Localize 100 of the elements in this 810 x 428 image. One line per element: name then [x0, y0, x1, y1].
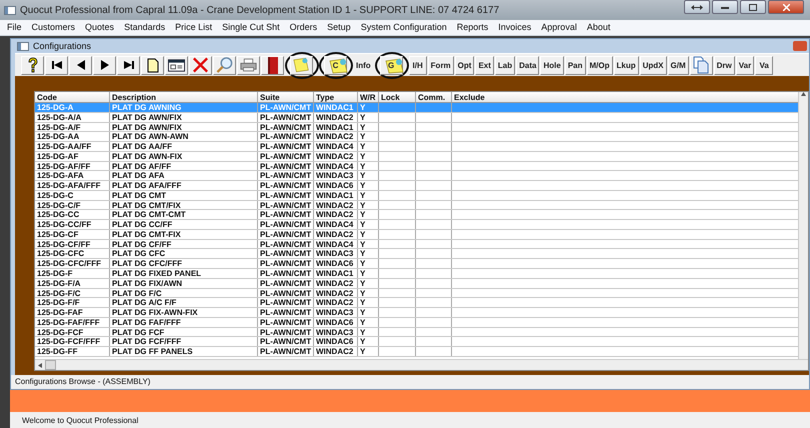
- menu-item[interactable]: Standards: [119, 20, 170, 35]
- menu-item[interactable]: File: [2, 20, 27, 35]
- toolbar-button[interactable]: M/Op: [586, 56, 612, 74]
- toolbar-button[interactable]: Opt: [454, 56, 474, 74]
- table-cell: 125-DG-AF/FF: [37, 162, 90, 171]
- table-row[interactable]: 125-DG-FCF/FFF PLAT DG FCF/FFF PL-AWN/CMT WINDAC6 Y: [35, 337, 798, 348]
- toolbar-button[interactable]: [165, 56, 188, 74]
- table-row[interactable]: 125-DG-CF/FF PLAT DG CF/FF PL-AWN/CMT WINDAC4 Y: [35, 240, 798, 250]
- table-cell: WINDAC2: [316, 200, 354, 210]
- table-row[interactable]: 125-DG-C/F PLAT DG CMT/FIX PL-AWN/CMT WINDAC2 Y: [35, 200, 798, 210]
- toolbar-button[interactable]: G: [380, 56, 403, 74]
- toolbar-button[interactable]: C: [324, 56, 347, 74]
- column-header[interactable]: Description: [110, 92, 258, 102]
- table-cell: PL-AWN/CMT: [260, 249, 312, 258]
- table-cell: 125-DG-C/F: [37, 200, 81, 210]
- table-cell: PLAT DG CFC: [112, 249, 166, 258]
- toolbar-button[interactable]: Form: [428, 56, 454, 74]
- menu-item[interactable]: Invoices: [493, 20, 536, 35]
- toolbar-button[interactable]: Hole: [540, 56, 564, 74]
- table-cell: 125-DG-FCF/FFF: [37, 337, 100, 346]
- table-row[interactable]: 125-DG-F/C PLAT DG F/C PL-AWN/CMT WINDAC2 Y: [35, 288, 798, 298]
- table-row[interactable]: 125-DG-A/F PLAT DG AWN/FIX PL-AWN/CMT WINDAC1 Y: [35, 122, 798, 132]
- vertical-scrollbar[interactable]: [798, 92, 808, 359]
- table-cell: WINDAC3: [316, 249, 354, 258]
- table-row[interactable]: 125-DG-CFC/FFF PLAT DG CFC/FFF PL-AWN/CMT WINDAC6 Y: [35, 259, 798, 270]
- menu-item[interactable]: Approval: [536, 20, 582, 35]
- table-cell: PLAT DG CF/FF: [112, 240, 172, 249]
- table-cell: WINDAC2: [316, 347, 354, 356]
- table-cell: 125-DG-A/F: [37, 122, 81, 132]
- toolbar-button[interactable]: UpdX: [640, 56, 666, 74]
- table-row[interactable]: 125-DG-AF PLAT DG AWN-FIX PL-AWN/CMT WINDAC2 Y: [35, 152, 798, 162]
- table-row[interactable]: 125-DG-F/F PLAT DG A/C F/F PL-AWN/CMT WINDAC2 Y: [35, 298, 798, 308]
- toolbar-button[interactable]: Data: [516, 56, 540, 74]
- menu-item[interactable]: System Configuration: [356, 20, 452, 35]
- table-cell: 125-DG-CF/FF: [37, 240, 90, 249]
- toolbar-button[interactable]: [117, 56, 140, 74]
- toolbar-button[interactable]: Info: [353, 56, 374, 74]
- table-cell: 125-DG-AFA: [37, 171, 84, 180]
- note-icon: [384, 58, 405, 74]
- table-cell: PLAT DG AWN-FIX: [112, 152, 182, 161]
- toolbar-button[interactable]: Var: [736, 56, 754, 74]
- menu-item[interactable]: About: [582, 20, 616, 35]
- toolbar-button[interactable]: [45, 56, 68, 74]
- table-row[interactable]: 125-DG-FF PLAT DG FF PANELS PL-AWN/CMT WINDAC2 Y: [35, 347, 798, 357]
- resize-button[interactable]: [684, 0, 710, 14]
- table-row[interactable]: 125-DG-A/A PLAT DG AWN/FIX PL-AWN/CMT WINDAC2 Y: [35, 112, 798, 123]
- table-row[interactable]: 125-DG-AA/FF PLAT DG AA/FF PL-AWN/CMT WINDAC4 Y: [35, 142, 798, 152]
- toolbar-button[interactable]: [261, 56, 284, 74]
- toolbar-button[interactable]: Va: [755, 56, 774, 74]
- toolbar-button[interactable]: [141, 56, 164, 74]
- table-row[interactable]: 125-DG-F/A PLAT DG FIX/AWN PL-AWN/CMT WINDAC2 Y: [35, 278, 798, 289]
- horizontal-scrollbar[interactable]: [35, 359, 808, 370]
- table-row[interactable]: 125-DG-FCF PLAT DG FCF PL-AWN/CMT WINDAC3 Y: [35, 328, 798, 338]
- menu-item[interactable]: Quotes: [80, 20, 120, 35]
- table-cell: PLAT DG AWN/FIX: [112, 112, 182, 122]
- menu-item[interactable]: Price List: [170, 20, 218, 35]
- table-row[interactable]: 125-DG-CC PLAT DG CMT-CMT PL-AWN/CMT WINDAC2 Y: [35, 210, 798, 220]
- toolbar-button[interactable]: Pan: [564, 56, 586, 74]
- column-header[interactable]: W/R: [358, 92, 379, 102]
- menu-item[interactable]: Reports: [452, 20, 494, 35]
- toolbar-button[interactable]: Lkup: [614, 56, 639, 74]
- menu-item[interactable]: Setup: [322, 20, 356, 35]
- table-row[interactable]: 125-DG-CFC PLAT DG CFC PL-AWN/CMT WINDAC3 Y: [35, 249, 798, 260]
- table-cell: Y: [360, 337, 366, 346]
- column-header[interactable]: Lock: [379, 92, 416, 102]
- toolbar-button[interactable]: [21, 56, 44, 74]
- maximize-button[interactable]: [740, 0, 766, 14]
- table-row[interactable]: 125-DG-FAF/FFF PLAT DG FAF/FFF PL-AWN/CMT WINDAC6 Y: [35, 318, 798, 328]
- minimize-icon: [721, 6, 729, 8]
- table-cell: PLAT DG AF/FF: [112, 162, 172, 171]
- toolbar-button[interactable]: G/M: [668, 56, 689, 74]
- table-cell: PLAT DG AWNING: [112, 103, 182, 112]
- column-header[interactable]: Comm.: [416, 92, 452, 102]
- table-row[interactable]: 125-DG-F PLAT DG FIXED PANEL PL-AWN/CMT WINDAC1 Y: [35, 269, 798, 279]
- toolbar-button[interactable]: [93, 56, 116, 74]
- table-row[interactable]: 125-DG-CC/FF PLAT DG CC/FF PL-AWN/CMT WINDAC4 Y: [35, 220, 798, 230]
- menu-item[interactable]: Orders: [284, 20, 322, 35]
- table-cell: WINDAC6: [316, 318, 354, 327]
- minimize-button[interactable]: [712, 0, 738, 14]
- scroll-thumb[interactable]: [45, 360, 56, 370]
- table-row[interactable]: 125-DG-FAF PLAT DG FIX-AWN-FIX PL-AWN/CMT WINDAC3 Y: [35, 308, 798, 318]
- table-row[interactable]: 125-DG-AF/FF PLAT DG AF/FF PL-AWN/CMT WINDAC4 Y: [35, 162, 798, 172]
- column-header[interactable]: Code: [35, 92, 110, 102]
- column-header[interactable]: Exclude: [452, 92, 798, 102]
- close-button[interactable]: [768, 0, 804, 14]
- table-row[interactable]: 125-DG-AFA/FFF PLAT DG AFA/FFF PL-AWN/CMT WINDAC6 Y: [35, 181, 798, 191]
- table-cell: Y: [360, 230, 366, 239]
- column-header[interactable]: Type: [314, 92, 358, 102]
- table-row[interactable]: 125-DG-AA PLAT DG AWN-AWN PL-AWN/CMT WINDAC2 Y: [35, 132, 798, 142]
- table-row[interactable]: 125-DG-CF PLAT DG CMT-FIX PL-AWN/CMT WINDAC2 Y: [35, 230, 798, 240]
- toolbar-button[interactable]: Drw: [714, 56, 735, 74]
- toolbar-button[interactable]: Ext: [475, 56, 494, 74]
- toolbar-button[interactable]: Lab: [494, 56, 516, 74]
- column-header[interactable]: Suite: [258, 92, 314, 102]
- table-row[interactable]: 125-DG-AFA PLAT DG AFA PL-AWN/CMT WINDAC3 Y: [35, 171, 798, 182]
- toolbar-button[interactable]: I/H: [408, 56, 427, 74]
- menu-item[interactable]: Customers: [26, 20, 80, 35]
- menu-item[interactable]: Single Cut Sht: [217, 20, 285, 35]
- toolbar-button[interactable]: [69, 56, 92, 74]
- table-row[interactable]: 125-DG-C PLAT DG CMT PL-AWN/CMT WINDAC1 Y: [35, 190, 798, 201]
